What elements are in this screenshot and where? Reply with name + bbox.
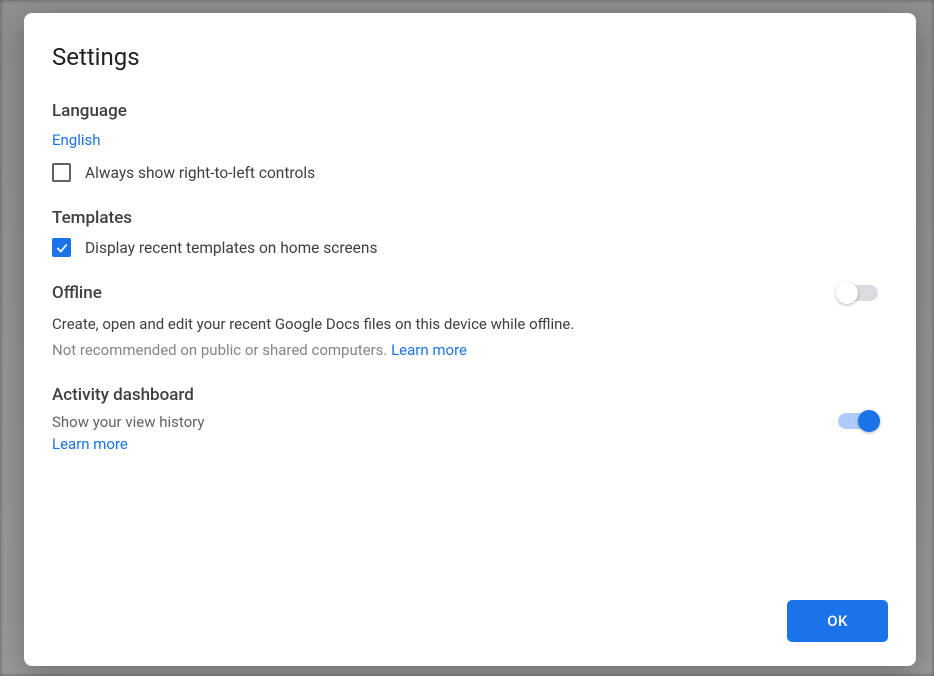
rtl-checkbox-label: Always show right-to-left controls <box>85 164 315 182</box>
language-section: Language English Always show right-to-le… <box>52 101 888 182</box>
rtl-checkbox[interactable] <box>52 163 71 182</box>
spacer <box>52 479 888 600</box>
ok-button[interactable]: OK <box>787 600 888 642</box>
modal-title: Settings <box>52 43 888 71</box>
toggle-thumb <box>858 410 880 432</box>
offline-warning-row: Not recommended on public or shared comp… <box>52 341 888 359</box>
language-section-title: Language <box>52 101 888 121</box>
modal-footer: OK <box>52 600 888 642</box>
offline-toggle[interactable] <box>838 285 878 301</box>
templates-section: Templates Display recent templates on ho… <box>52 208 888 257</box>
templates-checkbox-row: Display recent templates on home screens <box>52 238 888 257</box>
activity-learn-more-link[interactable]: Learn more <box>52 435 204 453</box>
templates-section-title: Templates <box>52 208 888 228</box>
activity-subtitle: Show your view history <box>52 413 204 431</box>
activity-toggle[interactable] <box>838 413 878 429</box>
activity-section: Activity dashboard Show your view histor… <box>52 385 888 453</box>
offline-warning-text: Not recommended on public or shared comp… <box>52 341 391 359</box>
check-icon <box>55 241 69 255</box>
offline-learn-more-link[interactable]: Learn more <box>391 341 467 359</box>
language-link[interactable]: English <box>52 131 888 149</box>
templates-checkbox[interactable] <box>52 238 71 257</box>
offline-description: Create, open and edit your recent Google… <box>52 315 888 333</box>
settings-modal: Settings Language English Always show ri… <box>24 13 916 666</box>
toggle-thumb <box>836 282 858 304</box>
rtl-checkbox-row: Always show right-to-left controls <box>52 163 888 182</box>
activity-section-title: Activity dashboard <box>52 385 204 405</box>
offline-section: Offline Create, open and edit your recen… <box>52 283 888 359</box>
templates-checkbox-label: Display recent templates on home screens <box>85 239 377 257</box>
offline-section-title: Offline <box>52 283 102 303</box>
